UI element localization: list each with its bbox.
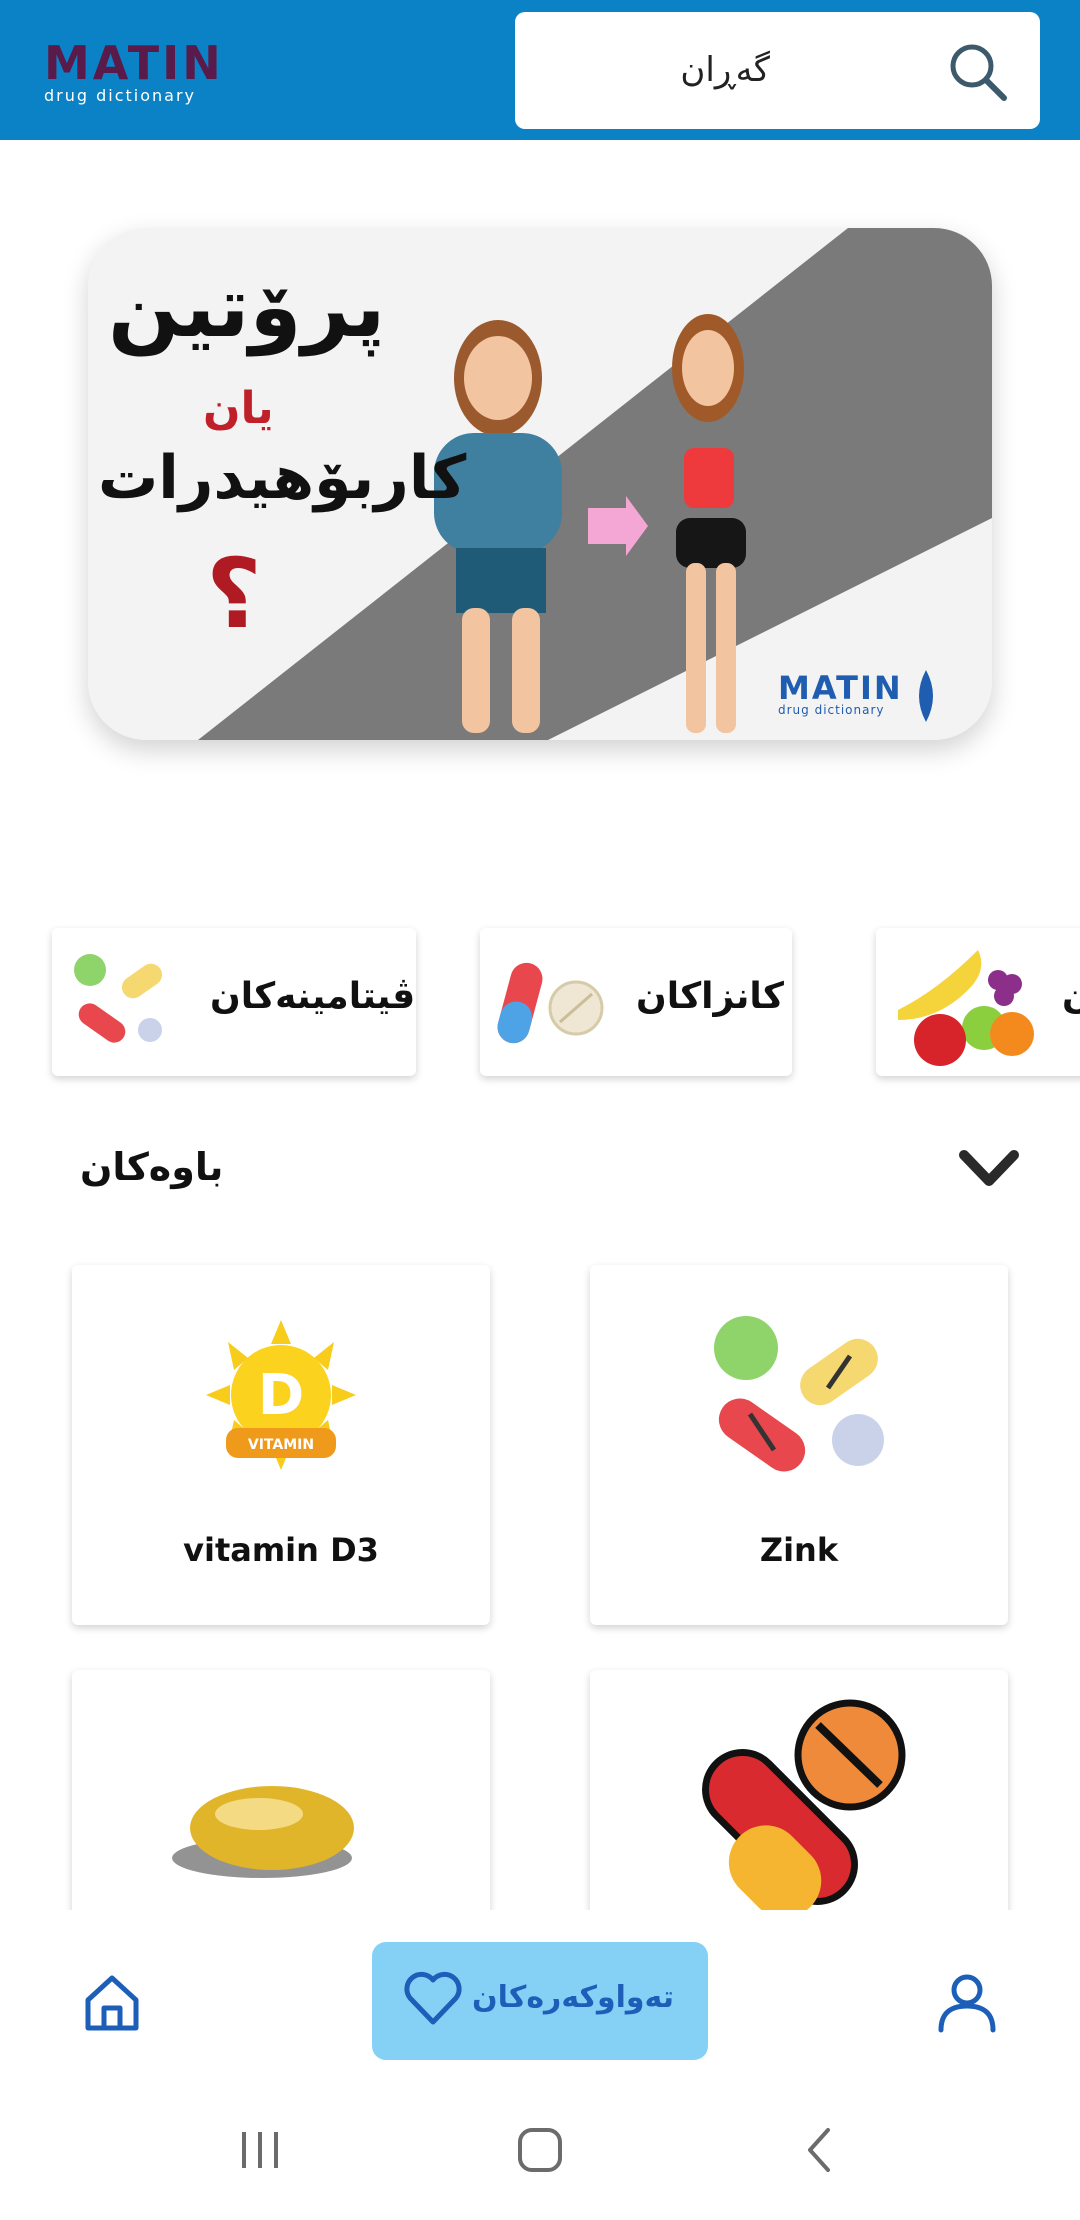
red-yellow-pill-icon	[702, 1699, 906, 1910]
chevron-down-icon[interactable]	[958, 1147, 1020, 1191]
app-header: MATIN drug dictionary گەڕان	[0, 0, 1080, 140]
category-fruits[interactable]: ن	[876, 928, 1080, 1076]
section-title: باوەکان	[80, 1145, 224, 1189]
multi-pill-icon	[74, 954, 163, 1043]
softgel-capsule-icon	[172, 1786, 354, 1878]
banner-logo: MATIN drug dictionary	[778, 669, 903, 717]
fruits-icon	[898, 950, 1034, 1066]
profile-icon[interactable]	[935, 1970, 999, 2034]
banner-logo-subtitle: drug dictionary	[778, 703, 885, 717]
banner-title: پرۆتین	[108, 258, 386, 356]
banner-subject: کاربۆهیدرات	[98, 443, 467, 513]
category-vitamins[interactable]: ڤیتامینەکان	[52, 928, 416, 1076]
banner-logo-word: MATIN	[778, 669, 903, 707]
logo-subtitle: drug dictionary	[44, 86, 197, 105]
logo-word: MATIN	[44, 36, 224, 90]
bottom-navigation: تەواوکەرەکان	[0, 1910, 1080, 2070]
category-label: ڤیتامینەکان	[210, 976, 416, 1017]
search-label: گەڕان	[680, 50, 770, 90]
favorites-label: تەواوکەرەکان	[472, 1980, 674, 2015]
back-icon[interactable]	[790, 2120, 850, 2180]
item-card[interactable]	[72, 1670, 490, 1910]
recent-apps-icon[interactable]	[230, 2120, 290, 2180]
capsule-tablet-icon	[497, 962, 604, 1044]
category-label: ن	[1062, 976, 1080, 1017]
home-icon[interactable]	[80, 1970, 144, 2034]
search-bar[interactable]: گەڕان	[515, 12, 1040, 129]
banner-question-mark: ؟	[206, 538, 262, 650]
category-minerals[interactable]: کانزاکان	[480, 928, 792, 1076]
system-navigation-bar	[0, 2070, 1080, 2220]
banner-or: یان	[203, 383, 274, 434]
item-grid-overflow	[0, 1240, 1080, 1910]
home-button-icon[interactable]	[510, 2120, 570, 2180]
heart-icon	[404, 1971, 462, 2025]
promo-banner[interactable]: پرۆتین یان کاربۆهیدرات ؟ MATIN drug dict…	[88, 228, 992, 740]
matin-logo: MATIN drug dictionary	[44, 36, 274, 105]
search-icon[interactable]	[946, 40, 1010, 104]
item-card[interactable]	[590, 1670, 1008, 1910]
favorites-tab[interactable]: تەواوکەرەکان	[372, 1942, 708, 2060]
category-label: کانزاکان	[636, 976, 784, 1017]
